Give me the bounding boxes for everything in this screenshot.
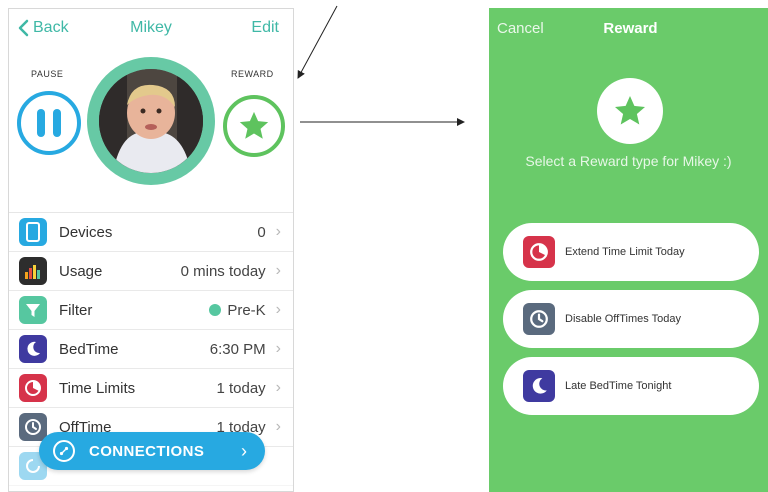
reward-star-badge	[597, 78, 663, 144]
moon-icon	[523, 370, 555, 402]
reward-screen: Cancel Reward Select a Reward type for M…	[489, 8, 768, 492]
option-label: Disable OffTimes Today	[565, 313, 681, 325]
option-late-bedtime[interactable]: Late BedTime Tonight	[503, 357, 759, 415]
page-title: Reward	[603, 20, 658, 37]
clock-icon	[523, 303, 555, 335]
pointer-arrow	[297, 5, 338, 79]
option-label: Extend Time Limit Today	[565, 246, 685, 258]
option-label: Late BedTime Tonight	[565, 380, 672, 392]
option-disable-offtimes[interactable]: Disable OffTimes Today	[503, 290, 759, 348]
reward-prompt: Select a Reward type for Mikey :)	[525, 153, 732, 169]
timer-icon	[523, 236, 555, 268]
option-extend-time-limit[interactable]: Extend Time Limit Today	[503, 223, 759, 281]
star-icon	[615, 96, 645, 125]
